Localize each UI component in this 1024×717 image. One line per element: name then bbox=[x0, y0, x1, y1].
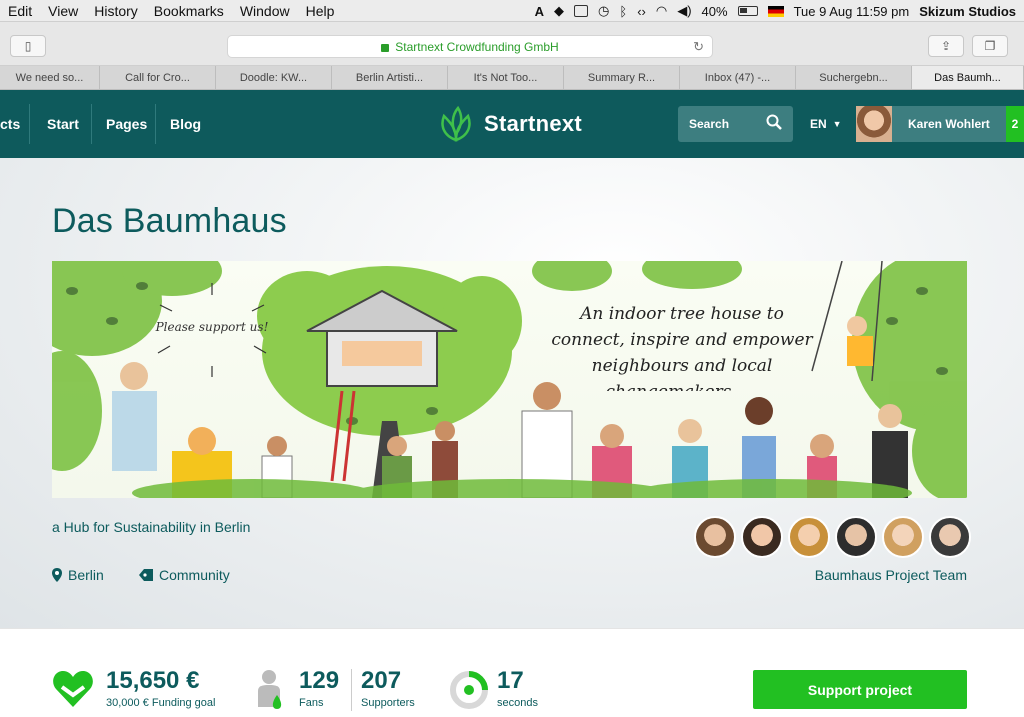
bluetooth-icon[interactable]: ᛒ bbox=[619, 4, 627, 19]
notification-badge[interactable]: 2 bbox=[1006, 106, 1024, 142]
avatar[interactable] bbox=[882, 516, 924, 558]
stats-divider bbox=[351, 669, 352, 711]
tab-4[interactable]: Berlin Artisti... bbox=[332, 66, 448, 89]
reload-icon[interactable]: ↻ bbox=[693, 39, 704, 55]
address-bar[interactable]: Startnext Crowdfunding GmbH ↻ bbox=[227, 35, 713, 58]
tabs-overview-button[interactable]: ❐ bbox=[972, 35, 1008, 57]
tab-1[interactable]: We need so... bbox=[0, 66, 100, 89]
category-label: Community bbox=[159, 567, 230, 583]
search-box[interactable]: Search bbox=[678, 106, 793, 142]
nav-projects[interactable]: cts bbox=[0, 90, 20, 158]
project-banner-image[interactable]: Please support us! An indoor tree house … bbox=[52, 261, 967, 498]
tab-3[interactable]: Doodle: KW... bbox=[216, 66, 332, 89]
time-remaining-count: 17 bbox=[497, 667, 524, 694]
page-title: Das Baumhaus bbox=[52, 202, 287, 240]
tab-2[interactable]: Call for Cro... bbox=[100, 66, 216, 89]
nav-start[interactable]: Start bbox=[47, 90, 79, 158]
lock-icon bbox=[381, 43, 390, 52]
tab-7[interactable]: Inbox (47) -... bbox=[680, 66, 796, 89]
location-pin-icon bbox=[52, 568, 62, 582]
menu-bar: Edit View History Bookmarks Window Help … bbox=[0, 0, 1024, 22]
nav-blog[interactable]: Blog bbox=[170, 90, 201, 158]
url-text: Startnext Crowdfunding GmbH bbox=[395, 39, 559, 54]
menu-history[interactable]: History bbox=[86, 3, 146, 19]
keyboard-flag-icon[interactable] bbox=[767, 5, 784, 17]
fan-icon[interactable] bbox=[258, 669, 286, 709]
tag-icon bbox=[139, 569, 153, 581]
fans-count: 129 bbox=[299, 667, 340, 694]
project-category[interactable]: Community bbox=[139, 567, 230, 583]
tab-6[interactable]: Summary R... bbox=[564, 66, 680, 89]
time-remaining-label: seconds bbox=[497, 697, 538, 709]
supporters-label: Supporters bbox=[361, 697, 415, 709]
share-icon: ⇪ bbox=[940, 39, 952, 53]
language-label: EN bbox=[810, 117, 827, 131]
funding-goal-label: 30,000 € Funding goal bbox=[106, 697, 216, 709]
sidebar-toggle-button[interactable]: ▯ bbox=[10, 35, 46, 57]
tab-5[interactable]: It's Not Too... bbox=[448, 66, 564, 89]
heart-icon bbox=[53, 671, 93, 707]
tabs-icon: ❐ bbox=[984, 39, 996, 53]
location-label: Berlin bbox=[68, 567, 104, 583]
site-header: cts Start Pages Blog Startnext Search EN… bbox=[0, 90, 1024, 158]
leaf-logo-icon bbox=[441, 106, 471, 142]
user-name: Karen Wohlert bbox=[908, 117, 990, 131]
tab-strip: We need so... Call for Cro... Doodle: KW… bbox=[0, 66, 1024, 90]
user-menu[interactable]: Karen Wohlert bbox=[856, 106, 1006, 142]
dropbox-icon[interactable]: ◆ bbox=[554, 3, 564, 19]
language-selector[interactable]: EN ▼ bbox=[810, 90, 842, 158]
project-location[interactable]: Berlin bbox=[52, 567, 104, 583]
share-button[interactable]: ⇪ bbox=[928, 35, 964, 57]
banner-quote: An indoor tree house to connect, inspire… bbox=[551, 304, 813, 391]
clock[interactable]: Tue 9 Aug 11:59 pm bbox=[794, 4, 910, 19]
banner-illustration: Please support us! An indoor tree house … bbox=[52, 261, 967, 498]
wifi-icon[interactable]: ◠ bbox=[656, 3, 667, 19]
team-avatars bbox=[694, 516, 971, 558]
sidebar-icon: ▯ bbox=[24, 39, 32, 53]
startnext-logo[interactable]: Startnext bbox=[436, 104, 582, 144]
supporters-count: 207 bbox=[361, 667, 402, 694]
avatar[interactable] bbox=[694, 516, 736, 558]
nav-divider bbox=[91, 104, 92, 144]
search-label: Search bbox=[689, 117, 730, 131]
tab-active[interactable]: Das Baumh... bbox=[912, 66, 1024, 89]
volume-icon[interactable]: ◀) bbox=[677, 3, 691, 19]
avatar[interactable] bbox=[741, 516, 783, 558]
tab-8[interactable]: Suchergebn... bbox=[796, 66, 912, 89]
display-icon[interactable] bbox=[574, 5, 589, 17]
menu-edit[interactable]: Edit bbox=[0, 3, 40, 19]
avatar bbox=[856, 106, 892, 142]
battery-icon[interactable] bbox=[737, 6, 758, 16]
menu-help[interactable]: Help bbox=[298, 3, 343, 19]
funding-stats-bar: 15,650 € 30,000 € Funding goal 129 Fans … bbox=[0, 628, 1024, 717]
support-project-button[interactable]: Support project bbox=[753, 670, 967, 709]
menu-view[interactable]: View bbox=[40, 3, 86, 19]
status-area: A ◆ ◷ ᛒ ‹› ◠ ◀) 40% Tue 9 Aug 11:59 pm S… bbox=[535, 0, 1016, 22]
menu-bookmarks[interactable]: Bookmarks bbox=[146, 3, 232, 19]
adobe-icon[interactable]: A bbox=[535, 4, 544, 19]
project-hero: Das Baumhaus Please support us! An indoo… bbox=[0, 158, 1024, 628]
avatar[interactable] bbox=[835, 516, 877, 558]
time-machine-icon[interactable]: ◷ bbox=[598, 3, 609, 19]
fans-label: Fans bbox=[299, 697, 324, 709]
countdown-ring-icon bbox=[450, 671, 488, 709]
account-name[interactable]: Skizum Studios bbox=[919, 4, 1016, 19]
project-tagline: a Hub for Sustainability in Berlin bbox=[52, 519, 251, 535]
nav-divider bbox=[155, 104, 156, 144]
chevron-down-icon: ▼ bbox=[832, 119, 842, 129]
logo-text: Startnext bbox=[484, 111, 583, 136]
menu-window[interactable]: Window bbox=[232, 3, 298, 19]
browser-toolbar: ▯ Startnext Crowdfunding GmbH ↻ ⇪ ❐ bbox=[0, 22, 1024, 66]
avatar[interactable] bbox=[788, 516, 830, 558]
nav-divider bbox=[29, 104, 30, 144]
project-team-link[interactable]: Baumhaus Project Team bbox=[815, 567, 967, 583]
nav-pages[interactable]: Pages bbox=[106, 90, 147, 158]
funded-amount: 15,650 € bbox=[106, 667, 200, 694]
battery-percent: 40% bbox=[701, 3, 728, 19]
code-icon[interactable]: ‹› bbox=[637, 4, 646, 19]
banner-sign-text: Please support us! bbox=[155, 320, 269, 334]
avatar[interactable] bbox=[929, 516, 971, 558]
search-icon bbox=[766, 114, 782, 130]
